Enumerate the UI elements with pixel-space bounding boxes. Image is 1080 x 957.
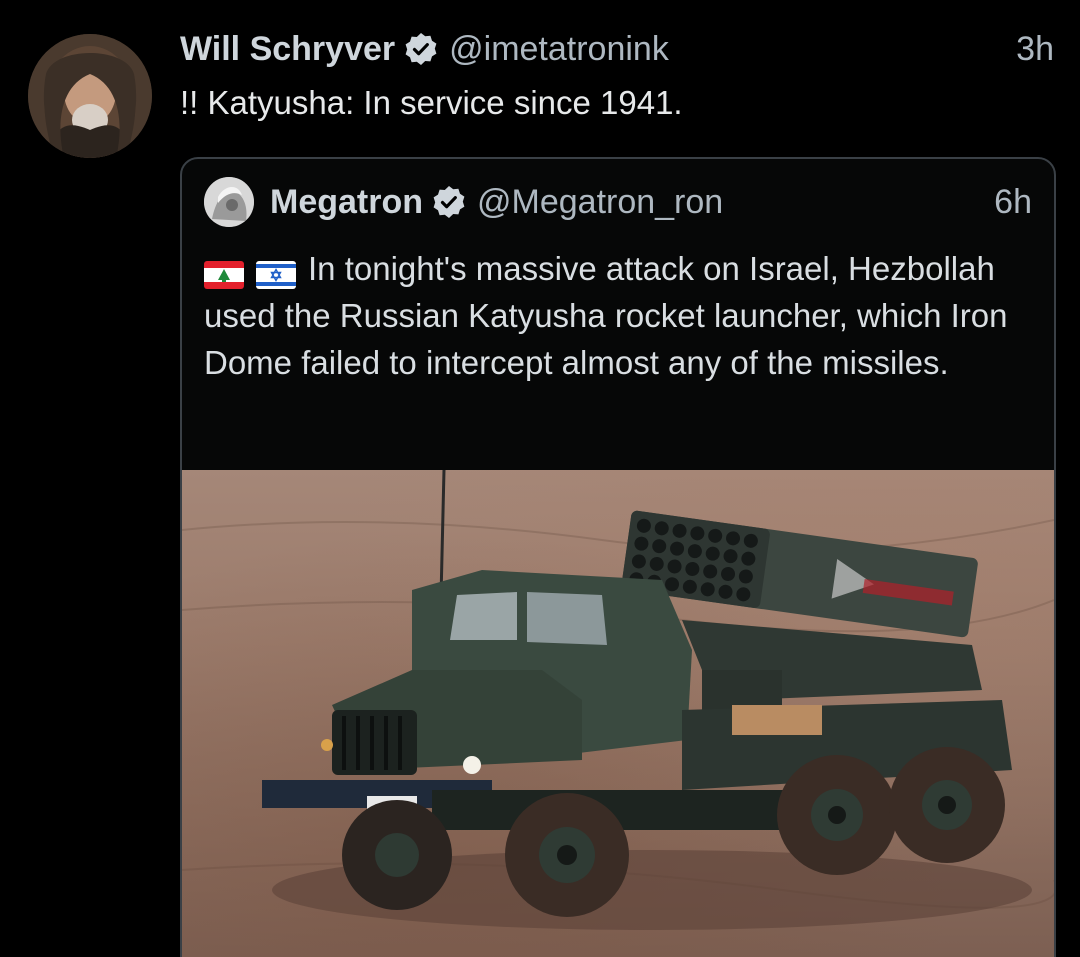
quoted-tweet-text: In tonight's massive attack on Israel, H… (204, 245, 1034, 386)
tweet-header: Will Schryver @imetatronink 3h (180, 26, 1054, 72)
tweet-screen: Will Schryver @imetatronink 3h !! Katyus… (0, 0, 1080, 957)
verified-badge-icon (403, 31, 439, 67)
quoted-author-handle[interactable]: @Megatron_ron (477, 183, 723, 222)
user-avatar-icon (204, 177, 254, 227)
lebanon-flag-icon (204, 254, 244, 290)
verified-badge-icon (431, 184, 467, 220)
author-name[interactable]: Will Schryver (180, 30, 395, 69)
author-handle[interactable]: @imetatronink (449, 30, 669, 69)
quoted-tweet-card[interactable]: Megatron @Megatron_ron 6h In tonight's m… (180, 157, 1056, 957)
quoted-author-name[interactable]: Megatron (270, 183, 423, 222)
rocket-launcher-truck-image (182, 470, 1054, 930)
quoted-tweet-header: Megatron @Megatron_ron 6h (270, 179, 1032, 225)
israel-flag-icon (256, 254, 296, 290)
quoted-author-avatar[interactable] (204, 177, 254, 227)
tweet-timestamp[interactable]: 3h (1016, 30, 1054, 69)
author-avatar[interactable] (28, 34, 152, 158)
quoted-tweet-body: In tonight's massive attack on Israel, H… (204, 250, 1008, 381)
user-avatar-icon (28, 34, 152, 158)
tweet-text: !! Katyusha: In service since 1941. (180, 84, 683, 121)
quoted-tweet-timestamp[interactable]: 6h (994, 183, 1032, 222)
quoted-tweet-image[interactable] (182, 470, 1054, 957)
